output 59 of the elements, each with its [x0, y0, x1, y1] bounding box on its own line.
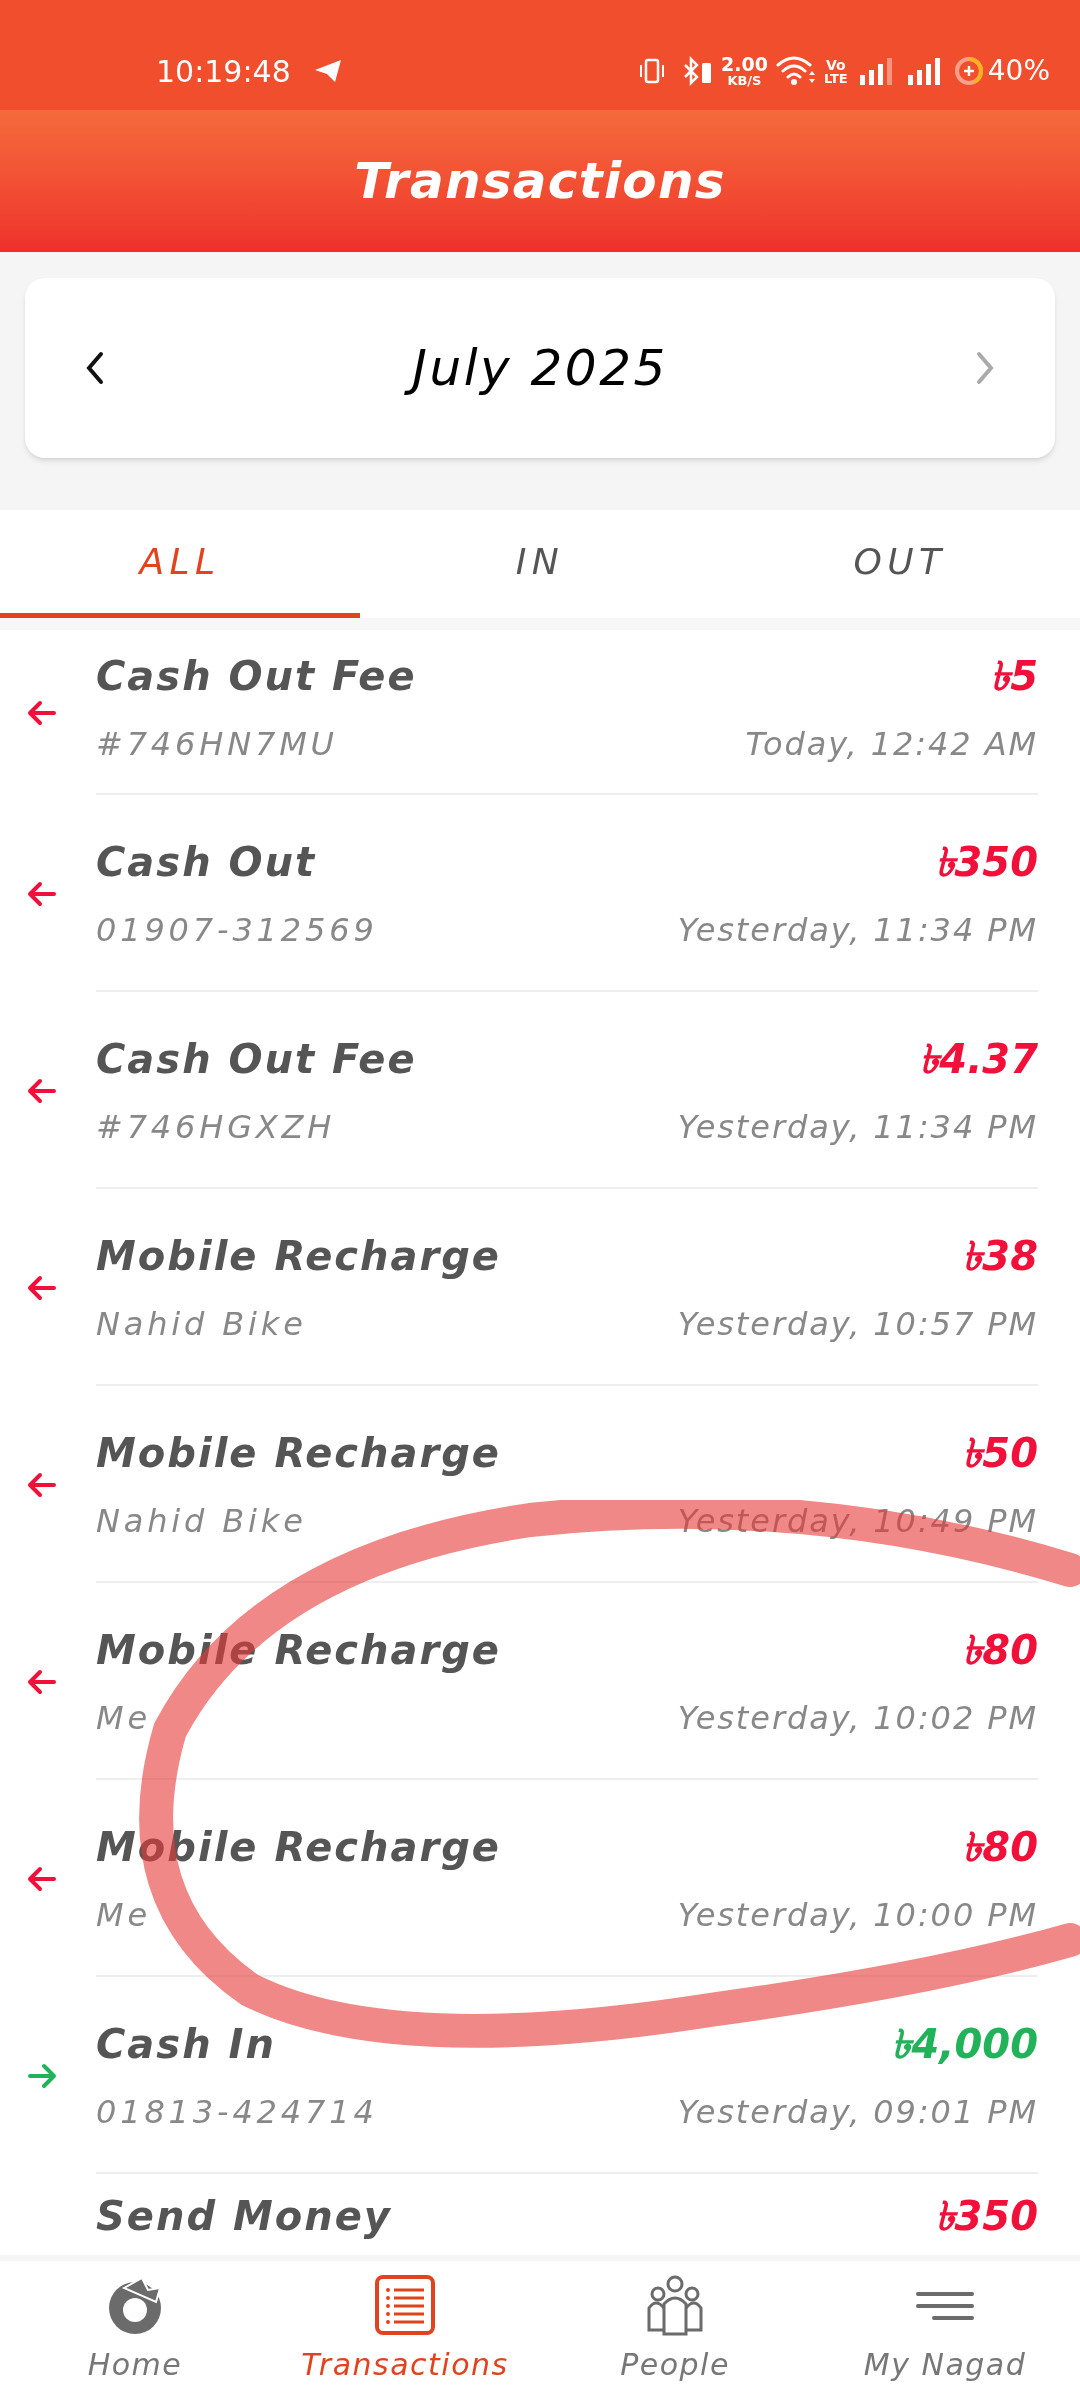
- transaction-title: Mobile Recharge: [96, 1428, 501, 1478]
- transaction-title: Cash Out Fee: [96, 651, 417, 701]
- lte-label: LTE: [823, 71, 848, 85]
- nav-label[interactable]: Home: [87, 2342, 183, 2387]
- month-label: July 2025: [115, 330, 965, 406]
- speed-unit: KB/S: [727, 74, 762, 87]
- list-icon[interactable]: [374, 2274, 436, 2336]
- transaction-title: Cash Out Fee: [96, 1034, 417, 1084]
- battery-percent: 40%: [987, 53, 1050, 89]
- transaction-amount: ৳350: [934, 2192, 1038, 2241]
- network-speed: 2.00: [721, 55, 768, 74]
- nav-label[interactable]: People: [620, 2342, 730, 2387]
- transaction-time: Yesterday, 10:02 PM: [677, 1697, 1038, 1739]
- transaction-amount: ৳5: [990, 651, 1038, 701]
- transaction-time: Yesterday, 10:00 PM: [677, 1894, 1038, 1936]
- transaction-row[interactable]: Mobile Recharge ৳38 Nahid Bike Yesterday, 10:57 PM: [0, 1189, 1080, 1386]
- transaction-row[interactable]: Cash Out Fee ৳4.37 #746HGXZH Yesterday, 11:34 PM: [0, 992, 1080, 1189]
- transaction-row[interactable]: Cash Out ৳350 01907-312569 Yesterday, 11:34 PM: [0, 795, 1080, 992]
- transaction-reference: 01813-424714: [96, 2091, 378, 2133]
- battery-ring-icon: [953, 56, 984, 86]
- transaction-amount: ৳80: [962, 1822, 1038, 1872]
- transaction-reference: #746HN7MU: [96, 723, 338, 765]
- transaction-row[interactable]: Cash Out Fee ৳5 #746HN7MU Today, 12:42 AM: [0, 630, 1080, 795]
- transaction-reference: Nahid Bike: [96, 1500, 307, 1542]
- transaction-amount: ৳4,000: [891, 2019, 1038, 2069]
- filter-tab[interactable]: IN: [360, 510, 720, 618]
- transaction-amount: ৳350: [934, 837, 1038, 887]
- transaction-time: Today, 12:42 AM: [745, 723, 1038, 765]
- signal-icon: [859, 57, 894, 85]
- volte-label: Vo: [825, 57, 846, 72]
- transaction-reference: Nahid Bike: [96, 1303, 307, 1345]
- nav-label[interactable]: Transactions: [301, 2342, 509, 2387]
- transaction-time: Yesterday, 11:34 PM: [677, 909, 1038, 951]
- filter-tab[interactable]: OUT: [720, 510, 1080, 618]
- transaction-title: Cash In: [96, 2019, 276, 2069]
- transaction-title: Send Money: [96, 2192, 392, 2241]
- bluetooth-icon: [681, 55, 713, 87]
- transaction-amount: ৳50: [962, 1428, 1038, 1478]
- transaction-title: Mobile Recharge: [96, 1231, 501, 1281]
- page-title: Transactions: [354, 150, 726, 212]
- transaction-amount: ৳4.37: [919, 1034, 1038, 1084]
- filter-tab[interactable]: ALL: [0, 510, 360, 618]
- vibrate-icon: [637, 56, 667, 86]
- transaction-time: Yesterday, 09:01 PM: [677, 2091, 1038, 2133]
- transaction-reference: Me: [96, 1894, 151, 1936]
- signal-icon: [907, 57, 942, 85]
- clock: 10:19:48: [156, 52, 291, 91]
- transaction-reference: #746HGXZH: [96, 1106, 336, 1148]
- transaction-row[interactable]: Send Money ৳350: [0, 2174, 1080, 2255]
- transaction-reference: Me: [96, 1697, 151, 1739]
- transaction-time: Yesterday, 11:34 PM: [677, 1106, 1038, 1148]
- wifi-icon: [775, 55, 816, 87]
- nav-label[interactable]: My Nagad: [863, 2342, 1027, 2387]
- transaction-amount: ৳38: [962, 1231, 1038, 1281]
- transaction-title: Cash Out: [96, 837, 317, 887]
- transaction-time: Yesterday, 10:57 PM: [677, 1303, 1038, 1345]
- transaction-reference: 01907-312569: [96, 909, 378, 951]
- transaction-amount: ৳80: [962, 1625, 1038, 1675]
- transaction-row[interactable]: Cash In ৳4,000 01813-424714 Yesterday, 09:01 PM: [0, 1977, 1080, 2174]
